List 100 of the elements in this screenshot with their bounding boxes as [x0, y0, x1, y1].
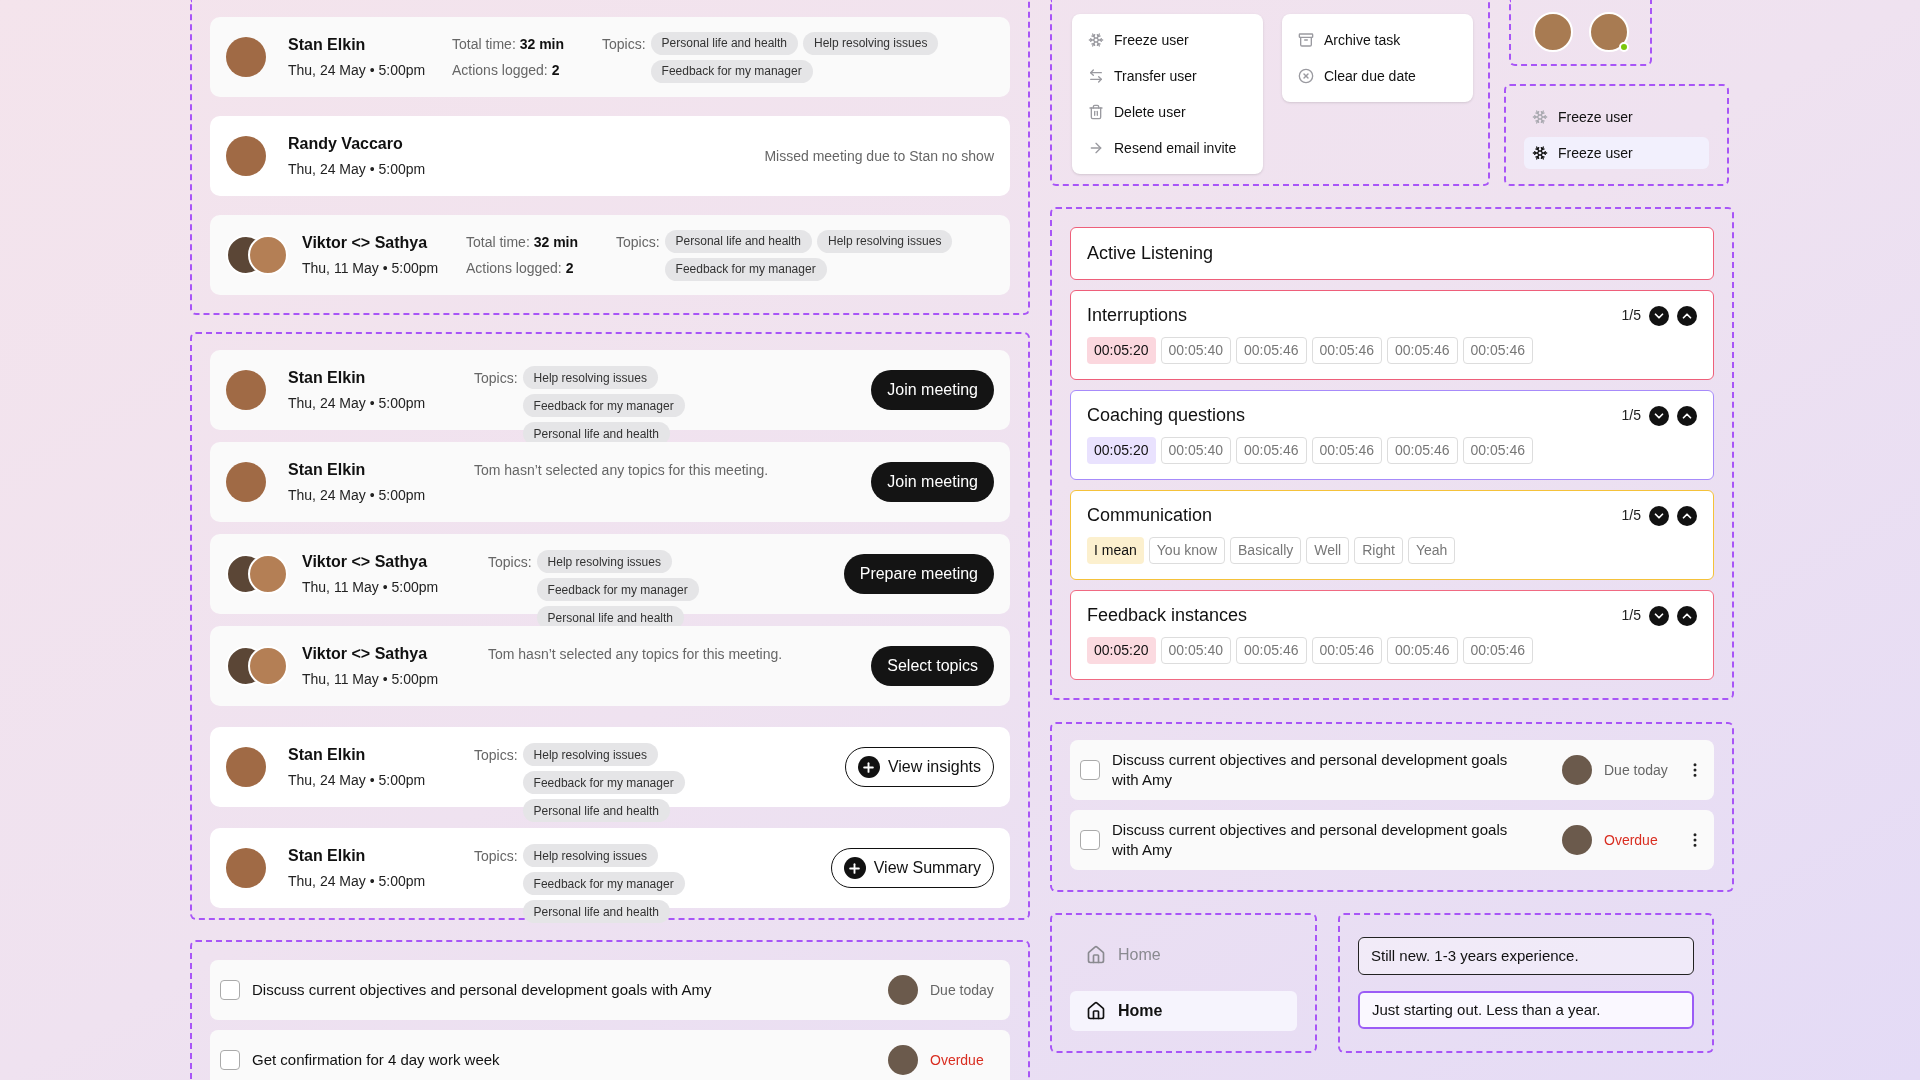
action-button[interactable]: Select topics — [871, 646, 994, 686]
moment-chip[interactable]: 00:05:46 — [1236, 337, 1307, 364]
moment-chip[interactable]: 00:05:20 — [1087, 437, 1156, 464]
menu-item[interactable]: Freeze user — [1524, 137, 1709, 169]
menu-item[interactable]: Delete user — [1072, 94, 1263, 130]
moment-chip[interactable]: 00:05:46 — [1311, 437, 1382, 464]
actions-logged: Actions logged: 2 — [466, 258, 575, 278]
due-status: Due today — [1604, 760, 1669, 780]
action-button[interactable]: Join meeting — [871, 370, 994, 410]
action-button[interactable]: View insights — [844, 747, 994, 787]
task-checkbox[interactable] — [220, 1050, 240, 1070]
metric-title: Interruptions — [1087, 304, 1188, 327]
topic-tag: Help resolving issues — [522, 366, 658, 389]
meeting-date: Thu, 24 May • 5:00pm — [288, 771, 427, 790]
task-checkbox[interactable] — [1080, 830, 1100, 850]
avatar — [1562, 755, 1592, 785]
moment-chip[interactable]: Well — [1306, 537, 1350, 564]
previous-button[interactable] — [1677, 605, 1697, 626]
no-topics-note: Tom hasn’t selected any topics for this meeting. — [474, 462, 769, 478]
moment-chip[interactable]: 00:05:46 — [1311, 337, 1382, 364]
topics-label: Topics: — [474, 847, 518, 866]
action-button[interactable]: Prepare meeting — [843, 554, 994, 594]
topic-tag: Feedback for my manager — [650, 59, 813, 83]
task-text: Discuss current objectives and personal development goals with Amy — [1112, 750, 1509, 790]
due-status: Due today — [930, 980, 995, 1000]
topics-label: Topics: — [474, 369, 518, 388]
metric-counter: 1/5 — [1621, 606, 1641, 625]
moment-chip[interactable]: 00:05:46 — [1462, 437, 1533, 464]
next-button[interactable] — [1649, 605, 1669, 626]
moment-chip[interactable]: I mean — [1087, 537, 1144, 564]
moment-chip[interactable]: 00:05:40 — [1160, 337, 1231, 364]
option-card[interactable]: Just starting out. Less than a year. — [1358, 991, 1694, 1029]
task-text: Get confirmation for 4 day work week — [252, 1050, 501, 1070]
meeting-date: Thu, 24 May • 5:00pm — [288, 486, 427, 505]
moment-chip[interactable]: 00:05:46 — [1236, 437, 1307, 464]
topic-tag: Help resolving issues — [536, 550, 672, 573]
meeting-date: Thu, 24 May • 5:00pm — [288, 394, 427, 413]
moment-chip[interactable]: Basically — [1230, 537, 1302, 564]
total-time: Total time: 32 min — [452, 34, 566, 54]
previous-button[interactable] — [1677, 505, 1697, 526]
task-text: Discuss current objectives and personal development goals with Amy — [1112, 820, 1509, 860]
nav-item[interactable]: Home — [1070, 991, 1297, 1031]
menu-item[interactable]: Archive task — [1282, 22, 1473, 58]
moment-chip[interactable]: 00:05:46 — [1311, 637, 1382, 664]
metric-title: Feedback instances — [1087, 604, 1248, 627]
metric-counter: 1/5 — [1621, 406, 1641, 425]
moment-chip[interactable]: Yeah — [1407, 537, 1456, 564]
clear-icon — [1298, 68, 1314, 84]
next-button[interactable] — [1649, 305, 1669, 326]
topic-tag: Feedback for my manager — [522, 872, 685, 895]
topic-tag: Help resolving issues — [817, 229, 953, 253]
person-name: Randy Vaccaro — [288, 134, 404, 154]
next-button[interactable] — [1649, 405, 1669, 426]
moment-chip[interactable]: Right — [1354, 537, 1403, 564]
menu-item[interactable]: Transfer user — [1072, 58, 1263, 94]
action-button[interactable]: Join meeting — [871, 462, 994, 502]
task-checkbox[interactable] — [220, 980, 240, 1000]
meeting-date: Thu, 24 May • 5:00pm — [288, 160, 427, 179]
avatar — [1562, 825, 1592, 855]
person-name: Viktor <> Sathya — [302, 233, 429, 253]
previous-button[interactable] — [1677, 305, 1697, 326]
metric-title: Communication — [1087, 504, 1213, 527]
person-name: Stan Elkin — [288, 745, 367, 765]
moment-chip[interactable]: 00:05:40 — [1160, 437, 1231, 464]
meeting-date: Thu, 11 May • 5:00pm — [302, 670, 440, 689]
menu-item[interactable]: Freeze user — [1072, 22, 1263, 58]
moment-chip[interactable]: You know — [1148, 537, 1225, 564]
menu-item[interactable]: Resend email invite — [1072, 130, 1263, 166]
moment-chip[interactable]: 00:05:46 — [1387, 337, 1458, 364]
previous-button[interactable] — [1677, 405, 1697, 426]
meeting-date: Thu, 11 May • 5:00pm — [302, 578, 440, 597]
moment-chip[interactable]: 00:05:20 — [1087, 337, 1156, 364]
avatar — [248, 235, 288, 275]
menu-item[interactable]: Clear due date — [1282, 58, 1473, 94]
next-button[interactable] — [1649, 505, 1669, 526]
moment-chip[interactable]: 00:05:20 — [1087, 637, 1156, 664]
topic-tag: Personal life and health — [522, 799, 670, 822]
person-name: Stan Elkin — [288, 460, 367, 480]
action-button[interactable]: View Summary — [830, 848, 994, 888]
moment-chip[interactable]: 00:05:40 — [1160, 637, 1231, 664]
archive-icon — [1298, 32, 1314, 48]
task-checkbox[interactable] — [1080, 760, 1100, 780]
avatar — [888, 1045, 918, 1075]
avatar — [248, 554, 288, 594]
moment-chip[interactable]: 00:05:46 — [1387, 637, 1458, 664]
home-icon — [1086, 1001, 1106, 1021]
snowflake-icon — [1532, 109, 1548, 125]
menu-item[interactable]: Freeze user — [1524, 101, 1709, 133]
moment-chip[interactable]: 00:05:46 — [1462, 337, 1533, 364]
moment-chip[interactable]: 00:05:46 — [1387, 437, 1458, 464]
snowflake-icon — [1088, 32, 1104, 48]
total-time: Total time: 32 min — [466, 232, 580, 252]
panel-title: Active Listening — [1087, 242, 1214, 265]
topic-tag: Help resolving issues — [522, 743, 658, 766]
person-name: Stan Elkin — [288, 846, 367, 866]
moment-chip[interactable]: 00:05:46 — [1236, 637, 1307, 664]
moment-chip[interactable]: 00:05:46 — [1462, 637, 1533, 664]
option-card[interactable]: Still new. 1-3 years experience. — [1358, 937, 1694, 975]
task-text: Discuss current objectives and personal development goals with Amy — [252, 980, 713, 1000]
actions-logged: Actions logged: 2 — [452, 60, 561, 80]
